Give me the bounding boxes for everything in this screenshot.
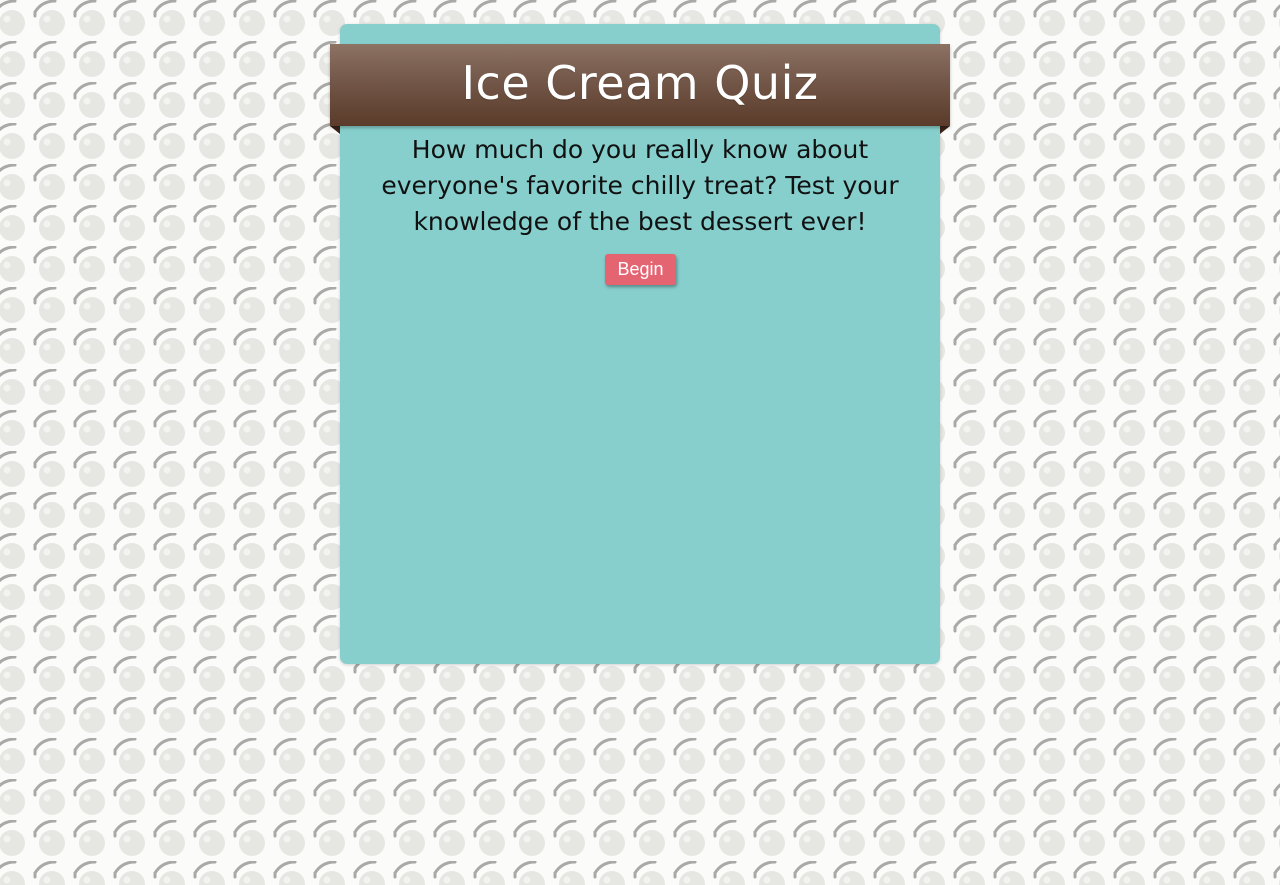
quiz-title: Ice Cream Quiz	[461, 56, 819, 110]
ribbon-fold-left	[330, 126, 340, 134]
begin-button[interactable]: Begin	[605, 254, 676, 285]
title-ribbon: Ice Cream Quiz	[330, 44, 950, 126]
ribbon-fold-right	[940, 126, 950, 134]
quiz-intro-text: How much do you really know about everyo…	[381, 135, 899, 236]
